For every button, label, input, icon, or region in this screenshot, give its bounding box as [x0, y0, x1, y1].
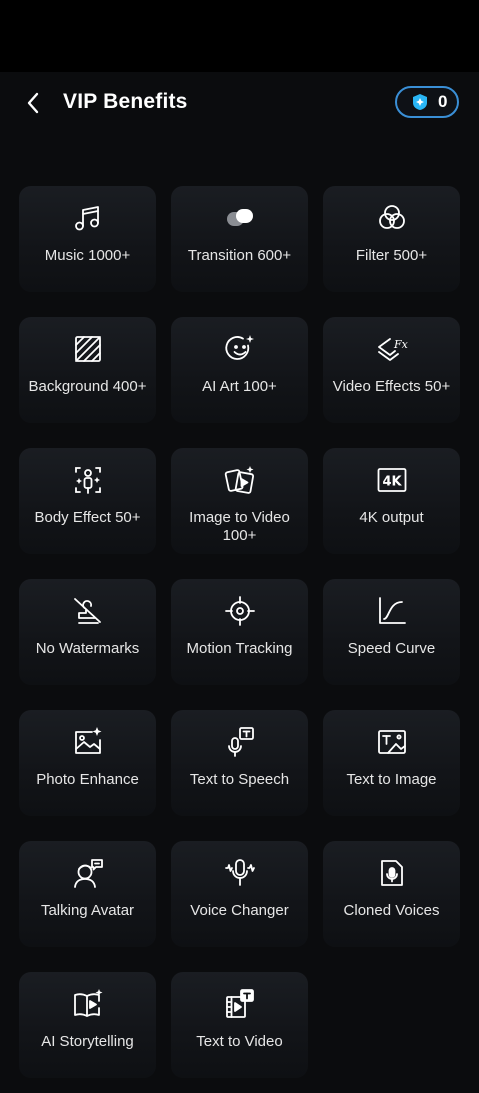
chevron-left-icon	[27, 92, 39, 114]
transition-icon	[224, 202, 256, 234]
benefit-card-image-to-video[interactable]: Image to Video 100+	[171, 448, 308, 554]
benefit-label: Filter 500+	[355, 247, 428, 264]
benefit-label: Text to Video	[196, 1033, 283, 1050]
benefit-card-text-to-video[interactable]: Text to Video	[171, 972, 308, 1078]
benefit-label: AI Storytelling	[41, 1033, 134, 1050]
benefit-card-cloned-voices[interactable]: Cloned Voices	[323, 841, 460, 947]
benefit-label: 4K output	[359, 509, 424, 526]
benefit-label: Transition 600+	[187, 247, 292, 264]
benefit-label: Image to Video 100+	[189, 509, 290, 544]
benefit-label: Background 400+	[28, 378, 147, 395]
benefit-card-ai-art[interactable]: AI Art 100+	[171, 317, 308, 423]
benefit-label: Body Effect 50+	[34, 509, 141, 526]
motion-tracking-icon	[224, 595, 256, 627]
speed-curve-icon	[376, 595, 408, 627]
page-title: VIP Benefits	[63, 90, 188, 113]
benefit-label: Talking Avatar	[40, 902, 135, 919]
benefit-card-photo-enhance[interactable]: Photo Enhance	[19, 710, 156, 816]
back-button[interactable]	[16, 86, 50, 120]
4k-icon: 4K	[376, 464, 408, 496]
music-note-icon	[72, 202, 104, 234]
benefit-card-voice-changer[interactable]: Voice Changer	[171, 841, 308, 947]
benefit-card-transition[interactable]: Transition 600+	[171, 186, 308, 292]
coin-count: 0	[438, 92, 448, 111]
benefit-label: Music 1000+	[44, 247, 131, 264]
photo-enhance-icon	[72, 726, 104, 758]
benefit-label: No Watermarks	[35, 640, 140, 657]
video-effects-fx-icon: Fx	[376, 333, 408, 365]
benefits-grid: Music 1000+ Transition 600+ Filter 500+	[19, 186, 460, 1078]
svg-text:4K: 4K	[382, 475, 402, 490]
text-to-image-icon	[376, 726, 408, 758]
talking-avatar-icon	[72, 857, 104, 889]
benefit-card-ai-storytelling[interactable]: AI Storytelling	[19, 972, 156, 1078]
benefit-card-video-effects[interactable]: Fx Video Effects 50+	[323, 317, 460, 423]
benefit-card-background[interactable]: Background 400+	[19, 317, 156, 423]
benefit-label: Video Effects 50+	[332, 378, 451, 395]
benefit-card-no-watermarks[interactable]: No Watermarks	[19, 579, 156, 685]
benefit-label: Speed Curve	[347, 640, 436, 657]
ai-art-smile-icon	[224, 333, 256, 365]
benefit-label: Text to Image	[346, 771, 437, 788]
background-hatch-icon	[72, 333, 104, 365]
text-to-video-icon	[224, 988, 256, 1020]
filter-circles-icon	[376, 202, 408, 234]
benefit-card-text-to-speech[interactable]: Text to Speech	[171, 710, 308, 816]
text-to-speech-icon	[224, 726, 256, 758]
benefit-card-speed-curve[interactable]: Speed Curve	[323, 579, 460, 685]
benefit-card-talking-avatar[interactable]: Talking Avatar	[19, 841, 156, 947]
cloned-voices-icon	[376, 857, 408, 889]
svg-text:Fx: Fx	[393, 338, 408, 351]
ai-storytelling-icon	[72, 988, 104, 1020]
benefit-card-filter[interactable]: Filter 500+	[323, 186, 460, 292]
benefit-card-music[interactable]: Music 1000+	[19, 186, 156, 292]
benefit-label: Photo Enhance	[36, 771, 139, 788]
coin-icon	[411, 93, 429, 111]
status-bar	[0, 0, 479, 72]
benefit-card-text-to-image[interactable]: Text to Image	[323, 710, 460, 816]
image-to-video-cards-icon	[224, 464, 256, 496]
benefit-label: AI Art 100+	[202, 378, 277, 395]
header: VIP Benefits 0	[0, 72, 479, 134]
benefit-label: Text to Speech	[189, 771, 290, 788]
voice-changer-icon	[224, 857, 256, 889]
benefit-label: Voice Changer	[190, 902, 289, 919]
benefit-label: Motion Tracking	[186, 640, 293, 657]
benefit-card-body-effect[interactable]: Body Effect 50+	[19, 448, 156, 554]
benefit-label: Cloned Voices	[343, 902, 440, 919]
benefit-card-motion-tracking[interactable]: Motion Tracking	[171, 579, 308, 685]
coin-balance-button[interactable]: 0	[395, 86, 459, 118]
body-effect-icon	[72, 464, 104, 496]
no-watermark-icon	[72, 595, 104, 627]
benefit-card-4k-output[interactable]: 4K 4K output	[323, 448, 460, 554]
